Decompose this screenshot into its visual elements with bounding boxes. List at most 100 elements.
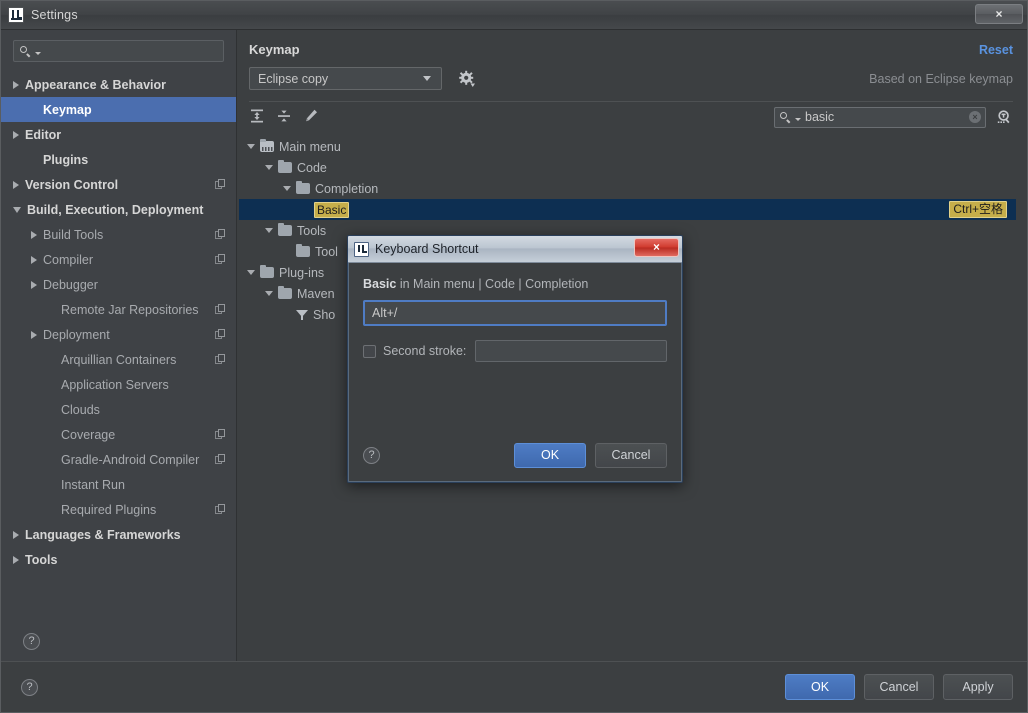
sidebar-item-application-servers[interactable]: Application Servers — [1, 372, 236, 397]
window-close-button[interactable]: × — [975, 4, 1023, 24]
cancel-button[interactable]: Cancel — [864, 674, 934, 700]
cancel-button-label: Cancel — [879, 680, 919, 694]
tree-row[interactable]: Completion — [239, 178, 1025, 199]
ok-button[interactable]: OK — [785, 674, 855, 700]
sidebar-item-remote-jar-repositories[interactable]: Remote Jar Repositories — [1, 297, 236, 322]
copy-settings-icon[interactable] — [215, 329, 226, 340]
shortcut-action-path: in Main menu | Code | Completion — [396, 277, 589, 291]
chevron-right-icon[interactable] — [13, 130, 19, 139]
chevron-right-icon[interactable] — [31, 255, 37, 264]
keymap-select-value: Eclipse copy — [258, 71, 329, 86]
sidebar-item-label: Languages & Frameworks — [25, 527, 181, 542]
sidebar-item-plugins[interactable]: Plugins — [1, 147, 236, 172]
sidebar-help-container: ? — [1, 621, 236, 661]
sidebar-item-arquillian-containers[interactable]: Arquillian Containers — [1, 347, 236, 372]
sidebar-item-label: Build, Execution, Deployment — [27, 202, 204, 217]
sidebar-item-build-execution-deployment[interactable]: Build, Execution, Deployment — [1, 197, 236, 222]
close-icon: × — [995, 7, 1003, 21]
sidebar-item-tools[interactable]: Tools — [1, 547, 236, 572]
copy-settings-icon[interactable] — [215, 504, 226, 515]
chevron-down-icon[interactable] — [247, 144, 255, 149]
search-icon — [780, 111, 793, 123]
tree-row[interactable]: Main menu — [239, 136, 1025, 157]
find-shortcut-icon[interactable] — [996, 109, 1013, 126]
help-icon[interactable]: ? — [363, 446, 380, 464]
tree-row[interactable]: Code — [239, 157, 1025, 178]
sidebar-item-label: Arquillian Containers — [61, 352, 177, 367]
chevron-down-icon[interactable] — [247, 270, 255, 275]
chevron-right-icon[interactable] — [13, 530, 19, 539]
sidebar-item-version-control[interactable]: Version Control — [1, 172, 236, 197]
sidebar-item-appearance-behavior[interactable]: Appearance & Behavior — [1, 72, 236, 97]
sidebar-item-label: Compiler — [43, 252, 94, 267]
help-label: ? — [28, 635, 35, 647]
sidebar-item-compiler[interactable]: Compiler — [1, 247, 236, 272]
copy-settings-icon[interactable] — [215, 229, 226, 240]
help-icon[interactable]: ? — [21, 678, 38, 696]
chevron-right-icon[interactable] — [13, 555, 19, 564]
gear-icon — [459, 70, 475, 87]
second-stroke-input[interactable] — [475, 340, 667, 362]
copy-settings-icon[interactable] — [215, 254, 226, 265]
chevron-right-icon[interactable] — [31, 230, 37, 239]
keymap-settings-gear-button[interactable] — [458, 70, 476, 88]
copy-settings-icon[interactable] — [215, 179, 226, 190]
reset-link[interactable]: Reset — [979, 43, 1013, 57]
sidebar-search-input[interactable] — [13, 40, 224, 62]
second-stroke-checkbox[interactable] — [363, 344, 376, 358]
chevron-down-icon[interactable] — [265, 228, 273, 233]
modal-cancel-button[interactable]: Cancel — [595, 442, 667, 468]
tree-row-label: Plug-ins — [279, 265, 325, 280]
sidebar-item-clouds[interactable]: Clouds — [1, 397, 236, 422]
modal-ok-button[interactable]: OK — [514, 442, 586, 468]
folder-icon — [260, 264, 274, 278]
sidebar-item-instant-run[interactable]: Instant Run — [1, 472, 236, 497]
copy-settings-icon[interactable] — [215, 354, 226, 365]
edit-pencil-icon[interactable] — [303, 108, 323, 126]
collapse-all-icon[interactable] — [276, 108, 296, 126]
folder-icon — [296, 180, 310, 194]
copy-settings-icon[interactable] — [215, 454, 226, 465]
tree-row-label: Tool — [315, 244, 338, 259]
sidebar-item-editor[interactable]: Editor — [1, 122, 236, 147]
chevron-down-icon[interactable] — [265, 165, 273, 170]
apply-button-label: Apply — [962, 680, 994, 694]
tree-row[interactable]: Basic Ctrl+空格 — [239, 199, 1025, 220]
sidebar-item-deployment[interactable]: Deployment — [1, 322, 236, 347]
tree-scrollbar[interactable] — [1016, 136, 1025, 661]
apply-button[interactable]: Apply — [943, 674, 1013, 700]
chevron-right-icon[interactable] — [31, 280, 37, 289]
sidebar-item-coverage[interactable]: Coverage — [1, 422, 236, 447]
shortcut-search-input[interactable]: basic × — [774, 106, 986, 128]
copy-settings-icon[interactable] — [215, 304, 226, 315]
chevron-down-icon[interactable] — [13, 206, 21, 213]
folder-icon — [296, 243, 310, 257]
chevron-right-icon[interactable] — [13, 80, 19, 89]
chevron-right-icon[interactable] — [13, 180, 19, 189]
sidebar-item-debugger[interactable]: Debugger — [1, 272, 236, 297]
keyboard-shortcut-dialog: Keyboard Shortcut × Basic in Main menu |… — [347, 235, 683, 483]
tree-row-label: Completion — [315, 181, 379, 196]
chevron-right-icon[interactable] — [31, 330, 37, 339]
sidebar-item-required-plugins[interactable]: Required Plugins — [1, 497, 236, 522]
sidebar-item-languages-frameworks[interactable]: Languages & Frameworks — [1, 522, 236, 547]
expand-all-icon[interactable] — [249, 108, 269, 126]
keyboard-shortcut-content: Basic in Main menu | Code | Completion A… — [348, 263, 682, 482]
close-icon: × — [653, 241, 660, 254]
sidebar-item-label: Gradle-Android Compiler — [61, 452, 200, 467]
tree-row-label: Code — [297, 160, 327, 175]
copy-settings-icon[interactable] — [215, 429, 226, 440]
chevron-down-icon — [423, 76, 431, 81]
chevron-down-icon[interactable] — [265, 291, 273, 296]
clear-search-icon[interactable]: × — [969, 111, 981, 123]
help-icon[interactable]: ? — [23, 632, 40, 650]
sidebar-item-gradle-android-compiler[interactable]: Gradle-Android Compiler — [1, 447, 236, 472]
chevron-down-icon[interactable] — [283, 186, 291, 191]
first-stroke-value: Alt+/ — [372, 306, 398, 320]
sidebar-item-build-tools[interactable]: Build Tools — [1, 222, 236, 247]
sidebar-item-keymap[interactable]: Keymap — [1, 97, 236, 122]
keyboard-shortcut-close-button[interactable]: × — [634, 238, 679, 257]
settings-window: Settings × Appearance & Behavior Keymap Ed… — [0, 0, 1028, 713]
keymap-select[interactable]: Eclipse copy — [249, 67, 442, 90]
first-stroke-input[interactable]: Alt+/ — [363, 300, 667, 326]
